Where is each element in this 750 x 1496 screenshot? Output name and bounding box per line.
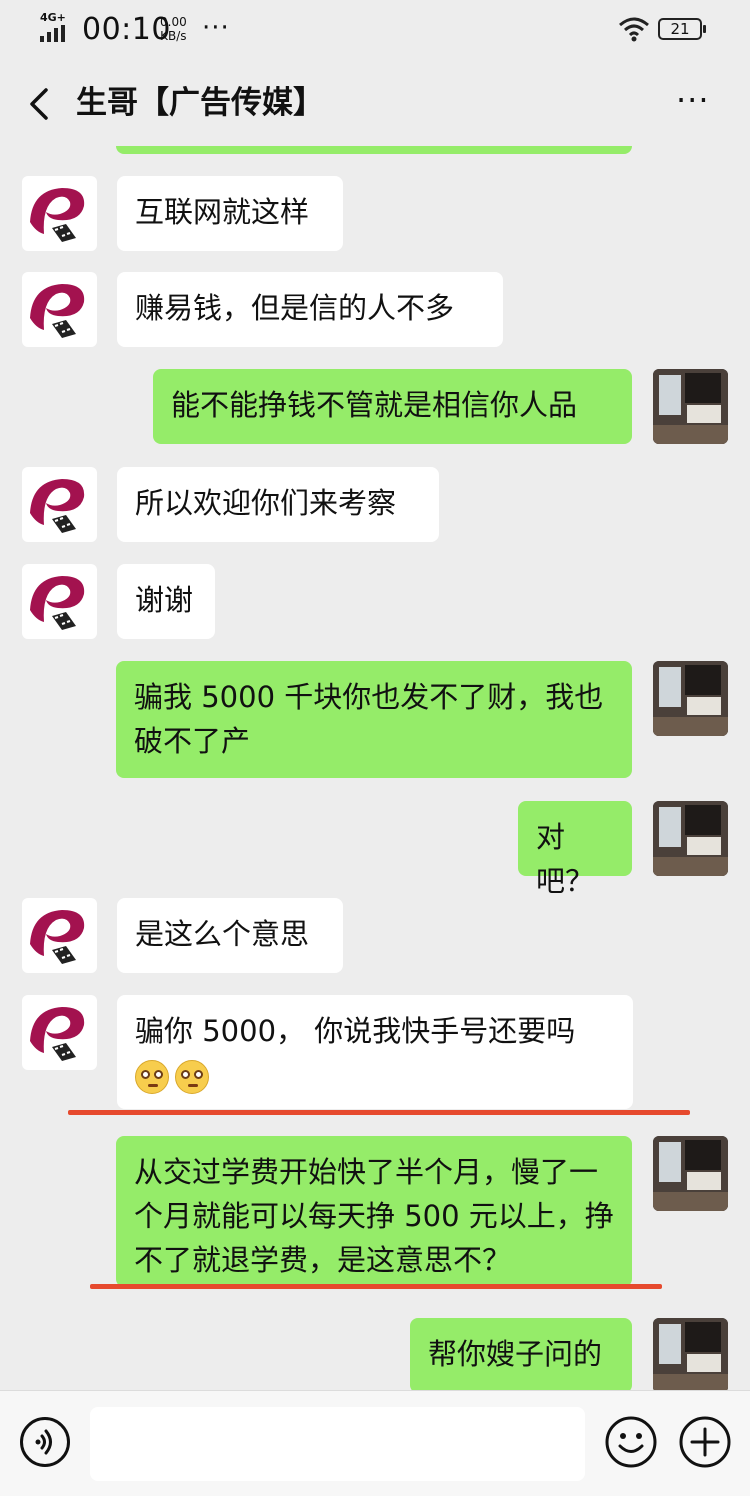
- brand-logo-icon: [30, 576, 85, 630]
- user-avatar-icon: [653, 1136, 728, 1211]
- message-bubble[interactable]: 互联网就这样: [117, 176, 343, 251]
- avatar[interactable]: [22, 564, 97, 639]
- avatar[interactable]: [653, 1318, 728, 1390]
- status-more-dots: ···: [202, 13, 230, 43]
- pleading-face-icon: [135, 1060, 169, 1094]
- avatar[interactable]: [653, 661, 728, 736]
- chat-header: 生哥【广告传媒】 ···: [0, 62, 750, 146]
- user-avatar-icon: [653, 369, 728, 444]
- speed-unit: KB/s: [160, 29, 187, 43]
- brand-logo-icon: [30, 910, 85, 964]
- input-bar: [0, 1390, 750, 1496]
- speed-value: 0.00: [160, 15, 187, 29]
- network-type: 4G+: [40, 11, 66, 24]
- avatar[interactable]: [22, 467, 97, 542]
- brand-logo-icon: [30, 284, 85, 338]
- user-avatar-icon: [653, 661, 728, 736]
- message-bubble[interactable]: 骗你 5000， 你说我快手号还要吗: [117, 995, 633, 1109]
- battery-icon: 21: [658, 18, 706, 40]
- chat-title: 生哥【广告传媒】: [76, 85, 324, 121]
- status-time: 00:10: [82, 12, 171, 47]
- avatar[interactable]: [22, 898, 97, 973]
- avatar[interactable]: [653, 369, 728, 444]
- message-text: 骗你 5000， 你说我快手号还要吗: [135, 1014, 576, 1048]
- plus-icon[interactable]: [678, 1415, 732, 1469]
- network-speed: 0.00 KB/s: [160, 15, 187, 43]
- voice-button[interactable]: [20, 1417, 70, 1467]
- message-bubble[interactable]: 能不能挣钱不管就是相信你人品: [153, 369, 632, 444]
- message-input[interactable]: [90, 1407, 585, 1481]
- smile-icon[interactable]: [604, 1415, 658, 1469]
- message-bubble[interactable]: 从交过学费开始快了半个月，慢了一个月就能可以每天挣 500 元以上，挣不了就退学…: [116, 1136, 632, 1287]
- voice-icon: [35, 1429, 52, 1455]
- wifi-icon: [619, 17, 649, 42]
- brand-logo-icon: [30, 1007, 85, 1061]
- avatar[interactable]: [653, 801, 728, 876]
- brand-logo-icon: [30, 188, 85, 242]
- red-underline: [68, 1110, 690, 1115]
- message-list[interactable]: 互联网就这样 赚易钱，但是信的人不多 能不能挣钱不管就是相信你人品 所以欢迎你们…: [0, 146, 750, 1390]
- chevron-left-icon[interactable]: [22, 84, 62, 124]
- message-bubble[interactable]: 是这么个意思: [117, 898, 343, 973]
- more-dots-label: ···: [676, 81, 710, 119]
- pleading-face-icon: [175, 1060, 209, 1094]
- message-bubble[interactable]: 所以欢迎你们来考察: [117, 467, 439, 542]
- status-bar: 4G+ 00:10 0.00 KB/s ··· 21: [0, 0, 750, 62]
- user-avatar-icon: [653, 801, 728, 876]
- user-avatar-icon: [653, 1318, 728, 1390]
- signal-icon: [40, 25, 65, 42]
- signal-indicator: 4G+: [40, 12, 74, 42]
- message-bubble[interactable]: 谢谢: [117, 564, 215, 639]
- more-options-button[interactable]: ···: [676, 84, 720, 124]
- message-bubble[interactable]: 骗我 5000 千块你也发不了财，我也破不了产: [116, 661, 632, 778]
- partial-message-bubble: [116, 146, 632, 154]
- avatar[interactable]: [22, 995, 97, 1070]
- message-bubble[interactable]: 帮你嫂子问的: [410, 1318, 632, 1390]
- red-underline: [90, 1284, 662, 1289]
- avatar[interactable]: [22, 176, 97, 251]
- avatar[interactable]: [22, 272, 97, 347]
- message-bubble[interactable]: 赚易钱，但是信的人不多: [117, 272, 503, 347]
- battery-level: 21: [670, 20, 690, 38]
- brand-logo-icon: [30, 479, 85, 533]
- message-bubble[interactable]: 对吧？: [518, 801, 632, 898]
- avatar[interactable]: [653, 1136, 728, 1211]
